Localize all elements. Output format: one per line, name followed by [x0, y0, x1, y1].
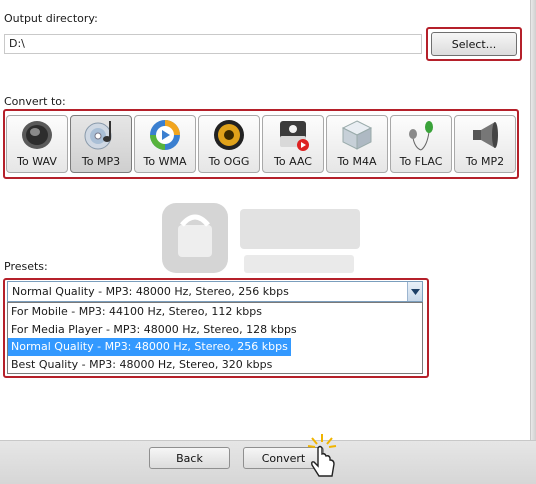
output-directory-label: Output directory:: [4, 12, 98, 25]
presets-select[interactable]: Normal Quality - MP3: 48000 Hz, Stereo, …: [7, 281, 423, 302]
format-label: To WAV: [17, 155, 57, 168]
format-label: To WMA: [143, 155, 187, 168]
format-button-wav[interactable]: To WAV: [6, 115, 68, 173]
format-button-flac[interactable]: To FLAC: [390, 115, 452, 173]
preset-option-highlighted[interactable]: Normal Quality - MP3: 48000 Hz, Stereo, …: [8, 338, 291, 356]
format-button-wma[interactable]: To WMA: [134, 115, 196, 173]
preset-option[interactable]: Best Quality - MP3: 48000 Hz, Stereo, 32…: [8, 356, 422, 374]
cd-music-icon: [83, 118, 119, 152]
format-button-mp3[interactable]: To MP3: [70, 115, 132, 173]
media-player-icon: [147, 118, 183, 152]
hand-cursor-icon: [307, 434, 337, 477]
back-button[interactable]: Back: [149, 447, 230, 469]
format-label: To MP3: [81, 155, 121, 168]
convert-to-label: Convert to:: [4, 95, 66, 108]
cube-icon: [339, 118, 375, 152]
presets-label: Presets:: [4, 260, 48, 273]
format-label: To MP2: [465, 155, 505, 168]
speaker-icon: [19, 118, 55, 152]
watermark-logo: [162, 203, 360, 273]
format-button-ogg[interactable]: To OGG: [198, 115, 260, 173]
select-button[interactable]: Select...: [431, 32, 517, 56]
window-right-edge: [530, 0, 536, 440]
earphones-icon: [403, 118, 439, 152]
ogg-speaker-icon: [211, 118, 247, 152]
format-button-m4a[interactable]: To M4A: [326, 115, 388, 173]
output-directory-field[interactable]: D:\: [4, 34, 422, 54]
loudspeaker-icon: [467, 118, 503, 152]
preset-option[interactable]: For Mobile - MP3: 44100 Hz, Stereo, 112 …: [8, 303, 422, 321]
format-label: To AAC: [274, 155, 312, 168]
chevron-down-icon[interactable]: [407, 282, 422, 301]
format-label: To OGG: [208, 155, 250, 168]
preset-option[interactable]: For Media Player - MP3: 48000 Hz, Stereo…: [8, 321, 422, 339]
format-label: To FLAC: [399, 155, 443, 168]
apple-device-icon: [275, 118, 311, 152]
format-button-aac[interactable]: To AAC: [262, 115, 324, 173]
format-label: To M4A: [337, 155, 377, 168]
presets-selected-value: Normal Quality - MP3: 48000 Hz, Stereo, …: [12, 285, 289, 298]
format-button-mp2[interactable]: To MP2: [454, 115, 516, 173]
presets-dropdown-list: For Mobile - MP3: 44100 Hz, Stereo, 112 …: [7, 302, 423, 374]
